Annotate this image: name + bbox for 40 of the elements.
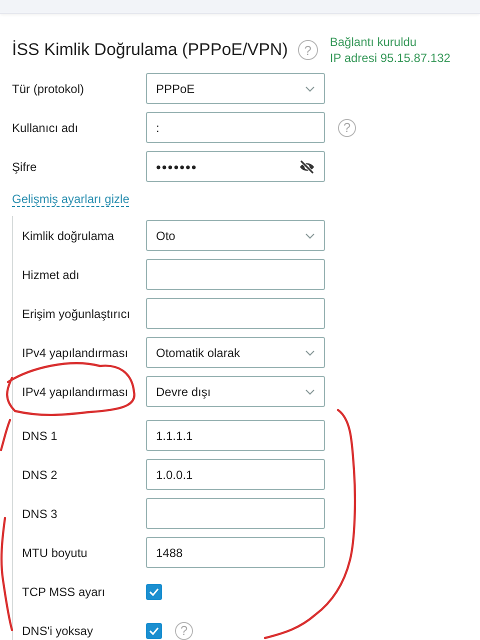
field-label: DNS 1 bbox=[22, 428, 58, 442]
chevron-down-icon bbox=[305, 86, 315, 92]
eye-slash-icon[interactable] bbox=[299, 160, 315, 174]
chevron-down-icon bbox=[305, 232, 315, 238]
chevron-down-icon bbox=[305, 388, 315, 394]
field-label: Tür (protokol) bbox=[12, 82, 86, 96]
dropdown[interactable]: Devre dışı bbox=[146, 376, 325, 407]
toggle-link[interactable]: Gelişmiş ayarları gizle bbox=[12, 192, 130, 207]
field-label: TCP MSS ayarı bbox=[22, 584, 106, 598]
status-text: Bağlantı kuruldu bbox=[330, 34, 418, 50]
dropdown[interactable]: PPPoE bbox=[146, 73, 325, 104]
field-label: DNS 2 bbox=[22, 468, 58, 482]
field-label: MTU boyutu bbox=[22, 546, 88, 560]
dropdown[interactable]: Otomatik olarak bbox=[146, 337, 325, 368]
field-label: DNS'i yoksay bbox=[22, 624, 94, 638]
input-field[interactable]: 1.0.0.1 bbox=[146, 459, 325, 490]
checkmark-icon bbox=[149, 626, 159, 634]
input-field[interactable]: : bbox=[146, 112, 325, 143]
field-label: Kullanıcı adı bbox=[12, 120, 80, 134]
field-label: Erişim yoğunlaştırıcı bbox=[22, 306, 132, 320]
bracket-line bbox=[0, 418, 12, 452]
password-field[interactable]: ••••••• bbox=[146, 151, 325, 182]
chevron-down-icon bbox=[305, 350, 315, 356]
field-label: Hizmet adı bbox=[22, 268, 80, 282]
input-field[interactable] bbox=[146, 298, 325, 329]
field-label: IPv4 yapılandırması bbox=[22, 384, 130, 398]
input-field[interactable]: 1.1.1.1 bbox=[146, 420, 325, 451]
field-label: Kimlik doğrulama bbox=[22, 228, 116, 242]
checkbox[interactable] bbox=[146, 584, 162, 600]
input-field[interactable] bbox=[146, 259, 325, 290]
field-label: Şifre bbox=[12, 160, 38, 174]
section-title: İSS Kimlik Doğrulama (PPPoE/VPN) bbox=[12, 40, 288, 60]
status-text: IP adresi 95.15.87.132 bbox=[330, 50, 450, 66]
input-field[interactable]: 1488 bbox=[146, 537, 325, 568]
checkbox[interactable] bbox=[146, 622, 162, 638]
dropdown[interactable]: Oto bbox=[146, 220, 325, 251]
checkmark-icon bbox=[149, 588, 159, 596]
input-field[interactable] bbox=[146, 498, 325, 529]
field-label: IPv4 yapılandırması bbox=[22, 346, 130, 360]
field-label: DNS 3 bbox=[22, 506, 58, 520]
